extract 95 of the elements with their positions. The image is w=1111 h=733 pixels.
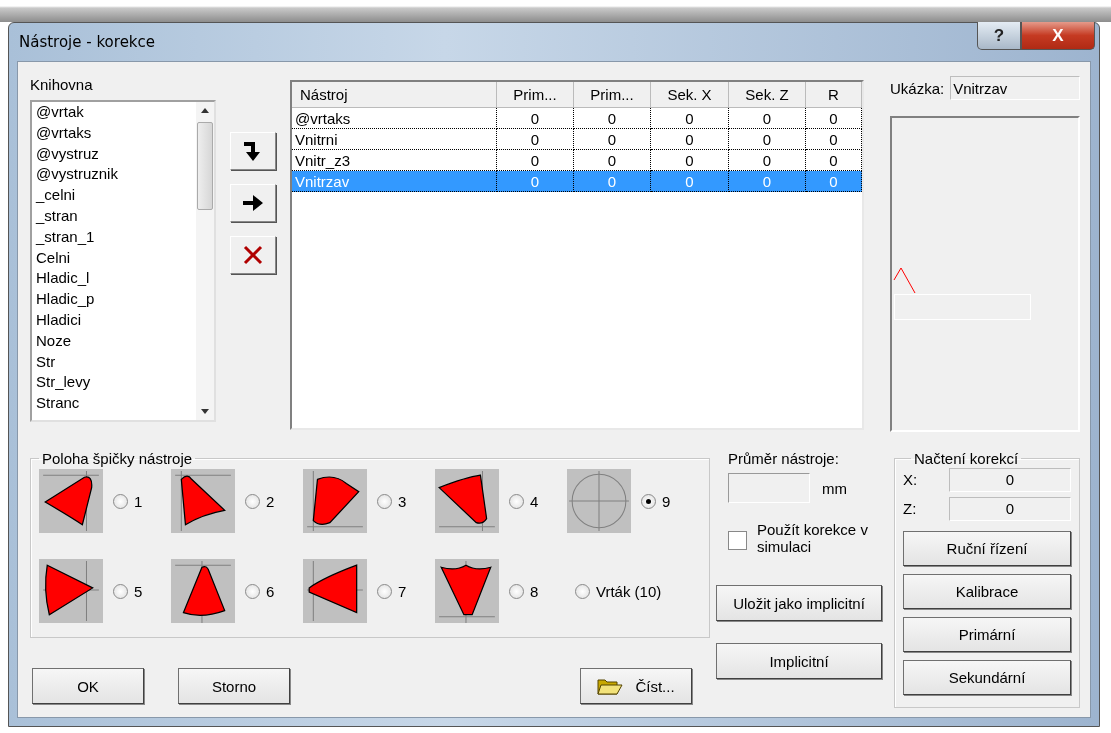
tool-tip-icon xyxy=(303,559,367,623)
table-cell: Vnitrzav xyxy=(292,171,497,192)
preview-field: Vnitrzav xyxy=(950,76,1080,100)
tool-tip-icon xyxy=(303,469,367,533)
library-item[interactable]: Noze xyxy=(36,330,196,352)
table-cell: 0 xyxy=(729,171,806,192)
correction-button[interactable]: Kalibrace xyxy=(903,574,1071,609)
table-cell: 0 xyxy=(574,108,651,129)
right-arrow-icon xyxy=(243,195,263,211)
radio-button[interactable]: 1 xyxy=(113,492,143,510)
library-item[interactable]: @vystruz xyxy=(36,143,196,165)
library-item[interactable]: Hladici xyxy=(36,309,196,331)
scroll-thumb[interactable] xyxy=(197,122,213,210)
folder-icon xyxy=(597,676,624,696)
column-header[interactable]: Prim... xyxy=(497,82,574,108)
radio-button[interactable]: Vrták (10) xyxy=(575,582,662,600)
table-cell: 0 xyxy=(729,108,806,129)
table-cell: 0 xyxy=(806,171,862,192)
library-item[interactable]: Str_levy xyxy=(36,372,196,394)
radio-button[interactable]: 3 xyxy=(377,492,407,510)
table-cell: 0 xyxy=(497,171,574,192)
window-title: Nástroje - korekce xyxy=(19,33,157,51)
library-label: Knihovna xyxy=(30,76,94,95)
read-button[interactable]: Číst... xyxy=(580,668,692,704)
x-field: 0 xyxy=(949,467,1071,492)
column-header[interactable]: Sek. X xyxy=(651,82,729,108)
tool-tip-icon xyxy=(171,469,235,533)
checkbox-label: Použít korekce v simulaci xyxy=(757,521,869,555)
column-header[interactable]: Sek. Z xyxy=(729,82,806,108)
radio-button[interactable]: 6 xyxy=(245,582,275,600)
scrollbar[interactable] xyxy=(196,102,214,420)
ok-button[interactable]: OK xyxy=(32,668,144,704)
default-button[interactable]: Implicitní xyxy=(716,643,882,679)
correction-button[interactable]: Ruční řízení xyxy=(903,531,1071,566)
add-button[interactable] xyxy=(230,184,276,222)
checkbox[interactable] xyxy=(728,531,747,550)
radio-button[interactable]: 7 xyxy=(377,582,407,600)
library-item[interactable]: Str xyxy=(36,351,196,373)
library-item[interactable]: @vrtaks xyxy=(36,122,196,144)
library-item[interactable]: Stranc xyxy=(36,393,196,414)
correction-button[interactable]: Primární xyxy=(903,617,1071,652)
z-field: 0 xyxy=(949,496,1071,521)
table-cell: 0 xyxy=(574,129,651,150)
column-header[interactable]: R xyxy=(806,82,862,108)
table-cell: 0 xyxy=(497,108,574,129)
insert-button[interactable] xyxy=(230,132,276,170)
table-row[interactable]: @vrtaks 0 0 0 0 0 xyxy=(292,108,862,129)
unit-label: mm xyxy=(822,479,847,497)
help-button[interactable]: ? xyxy=(977,22,1021,50)
table-cell: 0 xyxy=(729,129,806,150)
table-cell: 0 xyxy=(806,129,862,150)
z-label: Z: xyxy=(903,500,918,517)
column-header[interactable]: Nástroj xyxy=(292,82,497,108)
library-item[interactable]: _stran_1 xyxy=(36,226,196,248)
close-button[interactable]: X xyxy=(1021,22,1095,50)
cancel-button[interactable]: Storno xyxy=(178,668,290,704)
table-cell: @vrtaks xyxy=(292,108,497,129)
tool-tip-icon xyxy=(39,469,103,533)
radio-button[interactable]: 8 xyxy=(509,582,539,600)
table-cell: 0 xyxy=(651,171,729,192)
library-item[interactable]: Celni xyxy=(36,247,196,269)
library-item[interactable]: @vystruznik xyxy=(36,164,196,186)
table-cell: 0 xyxy=(651,129,729,150)
radio-button[interactable]: 4 xyxy=(509,492,539,510)
delete-button[interactable] xyxy=(230,236,276,274)
table-cell: Vnitrni xyxy=(292,129,497,150)
correction-button[interactable]: Sekundární xyxy=(903,660,1071,695)
library-item[interactable]: _stran xyxy=(36,206,196,227)
radio-button[interactable]: 9 xyxy=(641,492,671,510)
down-right-arrow-icon xyxy=(244,140,262,162)
tool-tip-icon xyxy=(435,559,499,623)
preview-label: Ukázka: xyxy=(890,79,945,97)
column-header[interactable]: Prim... xyxy=(574,82,651,108)
diameter-field[interactable] xyxy=(728,473,810,503)
table-cell: 0 xyxy=(806,108,862,129)
table-cell: 0 xyxy=(651,108,729,129)
crosshair-icon xyxy=(567,469,631,533)
library-item[interactable]: Hladic_l xyxy=(36,268,196,290)
tool-tip-icon xyxy=(39,559,103,623)
table-cell: 0 xyxy=(497,129,574,150)
save-default-button[interactable]: Uložit jako implicitní xyxy=(716,585,882,621)
close-icon xyxy=(243,245,263,265)
table-row[interactable]: Vnitrni 0 0 0 0 0 xyxy=(292,129,862,150)
radio-button[interactable]: 2 xyxy=(245,492,275,510)
tool-tip-icon xyxy=(171,559,235,623)
group-title: Poloha špičky nástroje xyxy=(41,450,194,467)
tool-tip-icon xyxy=(435,469,499,533)
library-item[interactable]: _celni xyxy=(36,185,196,206)
library-item[interactable]: Hladic_p xyxy=(36,289,196,310)
group-title: Načtení korekcí xyxy=(913,450,1020,467)
diameter-label: Průměr nástroje: xyxy=(728,450,840,467)
radio-button[interactable]: 5 xyxy=(113,582,143,600)
x-label: X: xyxy=(903,471,919,488)
table-cell: 0 xyxy=(574,171,651,192)
library-item[interactable]: @vrtak xyxy=(36,102,196,123)
